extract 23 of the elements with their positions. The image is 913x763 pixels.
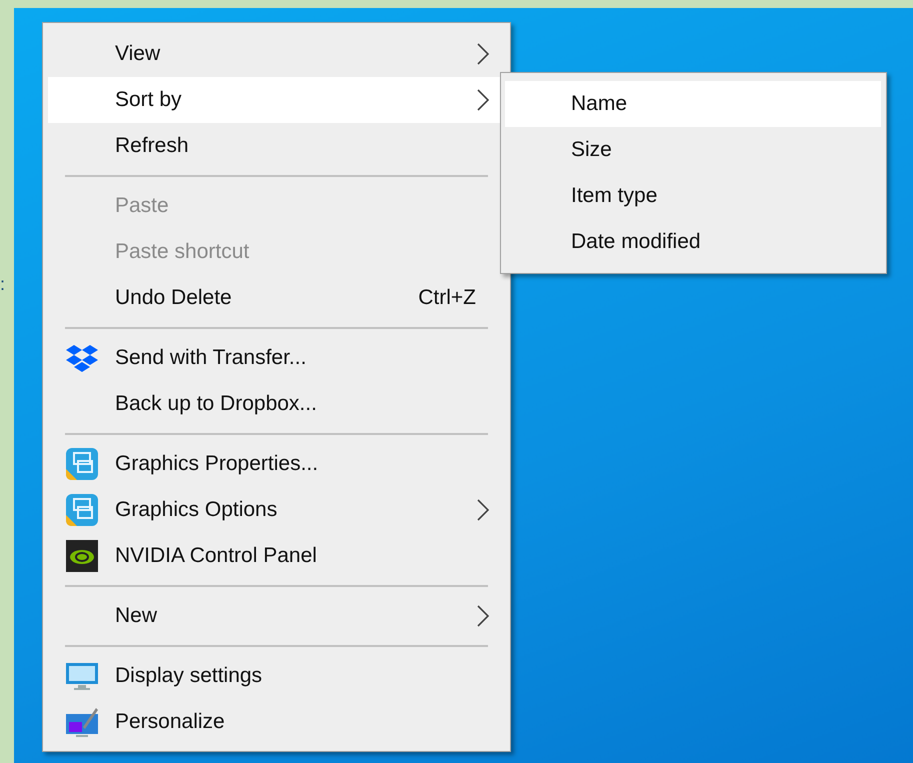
menu-item[interactable]: Display settings (48, 653, 502, 699)
menu-item[interactable]: Sort by (48, 77, 502, 123)
menu-item[interactable]: New (48, 593, 502, 639)
menu-item[interactable]: NVIDIA Control Panel (48, 533, 502, 579)
tiles-icon (64, 493, 98, 527)
tiles-icon (64, 447, 98, 481)
eye-logo-icon (64, 539, 98, 573)
menu-item[interactable]: Size (505, 127, 881, 173)
menu-item[interactable]: Back up to Dropbox... (48, 381, 502, 427)
monitor-icon (64, 660, 98, 692)
menu-item[interactable]: Name (505, 81, 881, 127)
menu-item[interactable]: Refresh (48, 123, 502, 169)
menu-item[interactable]: Date modified (505, 219, 881, 265)
menu-item[interactable]: Send with Transfer... (48, 335, 502, 381)
menu-item[interactable]: Personalize (48, 699, 502, 745)
menu-item[interactable]: Graphics Options (48, 487, 502, 533)
menu-item[interactable]: Item type (505, 173, 881, 219)
monitor-brush-icon (64, 705, 98, 739)
menu-item[interactable]: Undo Delete Ctrl+Z (48, 275, 502, 321)
edge-text: : (0, 274, 6, 295)
menu-item[interactable]: View (48, 31, 502, 77)
dropbox-icon (64, 342, 98, 374)
menu-item[interactable]: Graphics Properties... (48, 441, 502, 487)
